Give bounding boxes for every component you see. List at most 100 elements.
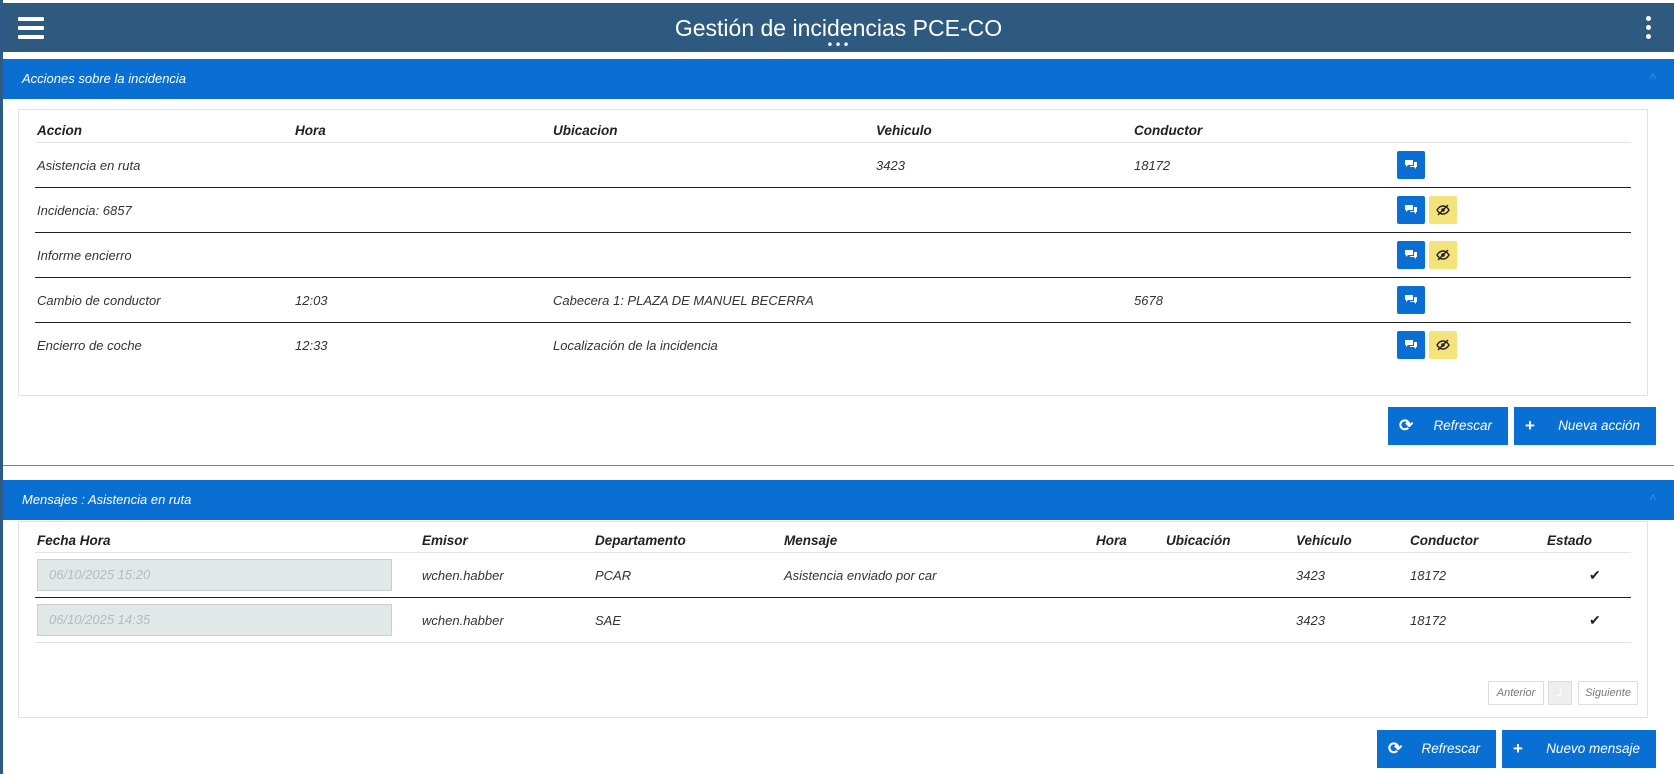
column-header-departamento[interactable]: Departamento xyxy=(593,522,782,553)
new-message-button[interactable]: + Nuevo mensaje xyxy=(1502,730,1656,768)
table-row[interactable]: Asistencia en ruta 3423 18172 xyxy=(35,142,1631,188)
cell-conductor xyxy=(1132,187,1395,233)
table-row[interactable]: Incidencia: 6857 xyxy=(35,187,1631,233)
column-header-estado[interactable]: Estado xyxy=(1545,522,1631,553)
column-header-hora[interactable]: Hora xyxy=(1094,522,1164,553)
cell-vehiculo: 3423 xyxy=(874,142,1132,188)
cell-ubicacion xyxy=(551,232,874,278)
table-header-row: Fecha Hora Emisor Departamento Mensaje H… xyxy=(35,522,1631,553)
cell-vehiculo xyxy=(874,187,1132,233)
pager-prev-button[interactable]: Anterior xyxy=(1488,681,1544,705)
cell-accion: Encierro de coche xyxy=(37,337,142,353)
cell-estado: ✔ xyxy=(1545,597,1631,643)
hide-button[interactable] xyxy=(1429,241,1457,269)
drag-grip-icon[interactable]: ••• xyxy=(826,39,850,51)
collapse-chevron-icon[interactable]: ^ xyxy=(1650,480,1656,520)
messages-panel-header[interactable]: Mensajes : Asistencia en ruta ^ xyxy=(3,480,1674,520)
cell-accion: Informe encierro xyxy=(35,232,293,278)
cell-accion: Cambio de conductor xyxy=(35,277,293,323)
cell-departamento: PCAR xyxy=(593,552,782,598)
cell-ubicacion: Cabecera 1: PLAZA DE MANUEL BECERRA xyxy=(551,277,874,323)
cell-vehiculo: 3423 xyxy=(1294,597,1408,643)
column-header-emisor[interactable]: Emisor xyxy=(420,522,593,553)
comments-button[interactable] xyxy=(1397,196,1425,224)
cell-row-actions xyxy=(1395,277,1631,323)
cell-emisor: wchen.habber xyxy=(420,597,593,643)
column-header-fecha-hora[interactable]: Fecha Hora xyxy=(35,522,420,553)
hide-button[interactable] xyxy=(1429,196,1457,224)
comments-button[interactable] xyxy=(1397,286,1425,314)
actions-table: Accion Hora Ubicacion Vehiculo Conductor… xyxy=(35,110,1631,367)
actions-panel-title: Acciones sobre la incidencia xyxy=(22,71,187,86)
pager-next-button[interactable]: Siguiente xyxy=(1578,681,1638,705)
cell-emisor: wchen.habber xyxy=(420,552,593,598)
actions-table-container: Accion Hora Ubicacion Vehiculo Conductor… xyxy=(18,109,1648,396)
table-row[interactable]: 06/10/2025 14:35 wchen.habber SAE 3423 18172… xyxy=(35,597,1631,643)
cell-hora: 12:33 xyxy=(295,337,328,353)
table-row[interactable]: Informe encierro xyxy=(35,232,1631,278)
cell-fecha-hora: 06/10/2025 14:35 xyxy=(35,597,420,643)
column-header-ubicacion[interactable]: Ubicacion xyxy=(551,110,874,143)
cell-hora xyxy=(293,187,551,233)
column-header-ubicacion[interactable]: Ubicación xyxy=(1164,522,1294,553)
column-header-vehiculo[interactable]: Vehículo xyxy=(1294,522,1408,553)
cell-conductor: 18172 xyxy=(1408,552,1545,598)
cell-conductor xyxy=(1132,232,1395,278)
cell-ubicacion xyxy=(551,142,874,188)
hide-button[interactable] xyxy=(1429,331,1457,359)
table-row[interactable]: 06/10/2025 15:20 wchen.habber PCAR Asistenc… xyxy=(35,552,1631,598)
table-row[interactable]: Cambio de conductor 12:03 Cabecera 1: PLAZ… xyxy=(35,277,1631,323)
more-vertical-icon[interactable] xyxy=(1646,16,1652,40)
column-header-mensaje[interactable]: Mensaje xyxy=(782,522,1094,553)
collapse-chevron-icon[interactable]: ^ xyxy=(1650,59,1656,99)
column-header-conductor[interactable]: Conductor xyxy=(1132,110,1395,143)
column-header-hora[interactable]: Hora xyxy=(293,110,551,143)
messages-table-container: Fecha Hora Emisor Departamento Mensaje H… xyxy=(18,521,1648,718)
column-header-vehiculo[interactable]: Vehiculo xyxy=(874,110,1132,143)
cell-accion: Incidencia: 6857 xyxy=(35,187,293,233)
cell-hora xyxy=(1094,597,1164,643)
table-header-row: Accion Hora Ubicacion Vehiculo Conductor xyxy=(35,110,1631,143)
column-header-conductor[interactable]: Conductor xyxy=(1408,522,1545,553)
cell-vehiculo xyxy=(874,323,1132,368)
cell-hora xyxy=(293,232,551,278)
cell-ubicacion xyxy=(551,187,874,233)
cell-estado: ✔ xyxy=(1545,552,1631,598)
actions-panel-header[interactable]: Acciones sobre la incidencia ^ xyxy=(3,59,1674,99)
comments-button[interactable] xyxy=(1397,151,1425,179)
cell-ubicacion xyxy=(1164,597,1294,643)
refresh-icon: ⟳ xyxy=(1399,416,1414,435)
cell-ubicacion: Localización de la incidencia xyxy=(553,337,718,353)
cell-conductor: 18172 xyxy=(1132,142,1395,188)
cell-vehiculo xyxy=(874,232,1132,278)
cell-row-actions xyxy=(1395,323,1631,368)
top-bar: Gestión de incidencias PCE-CO ••• xyxy=(3,3,1674,52)
cell-conductor: 18172 xyxy=(1408,597,1545,643)
pagination: Anterior 1 Siguiente xyxy=(1488,681,1638,705)
datetime-field[interactable]: 06/10/2025 14:35 xyxy=(37,604,392,636)
messages-table: Fecha Hora Emisor Departamento Mensaje H… xyxy=(35,522,1631,643)
table-row[interactable]: Encierro de coche 12:33 Localización de la… xyxy=(35,323,1631,368)
cell-row-actions xyxy=(1395,187,1631,233)
cell-fecha-hora: 06/10/2025 15:20 xyxy=(35,552,420,598)
cell-hora xyxy=(293,142,551,188)
datetime-field[interactable]: 06/10/2025 15:20 xyxy=(37,559,392,591)
messages-panel-title: Mensajes : Asistencia en ruta xyxy=(22,492,192,507)
cell-vehiculo: 3423 xyxy=(1294,552,1408,598)
cell-mensaje xyxy=(782,597,1094,643)
column-header-accion[interactable]: Accion xyxy=(35,110,293,143)
cell-row-actions xyxy=(1395,142,1631,188)
check-icon: ✔ xyxy=(1589,566,1601,583)
cell-row-actions xyxy=(1395,232,1631,278)
plus-icon: + xyxy=(1513,739,1523,758)
cell-hora xyxy=(1094,552,1164,598)
cell-conductor: 5678 xyxy=(1132,277,1395,323)
pager-page-number[interactable]: 1 xyxy=(1548,681,1572,705)
comments-button[interactable] xyxy=(1397,331,1425,359)
new-action-button[interactable]: + Nueva acción xyxy=(1514,407,1656,445)
cell-hora: 12:03 xyxy=(293,277,551,323)
refresh-actions-button[interactable]: ⟳ Refrescar xyxy=(1388,407,1508,445)
comments-button[interactable] xyxy=(1397,241,1425,269)
cell-accion: Asistencia en ruta xyxy=(35,142,293,188)
refresh-messages-button[interactable]: ⟳ Refrescar xyxy=(1377,730,1496,768)
